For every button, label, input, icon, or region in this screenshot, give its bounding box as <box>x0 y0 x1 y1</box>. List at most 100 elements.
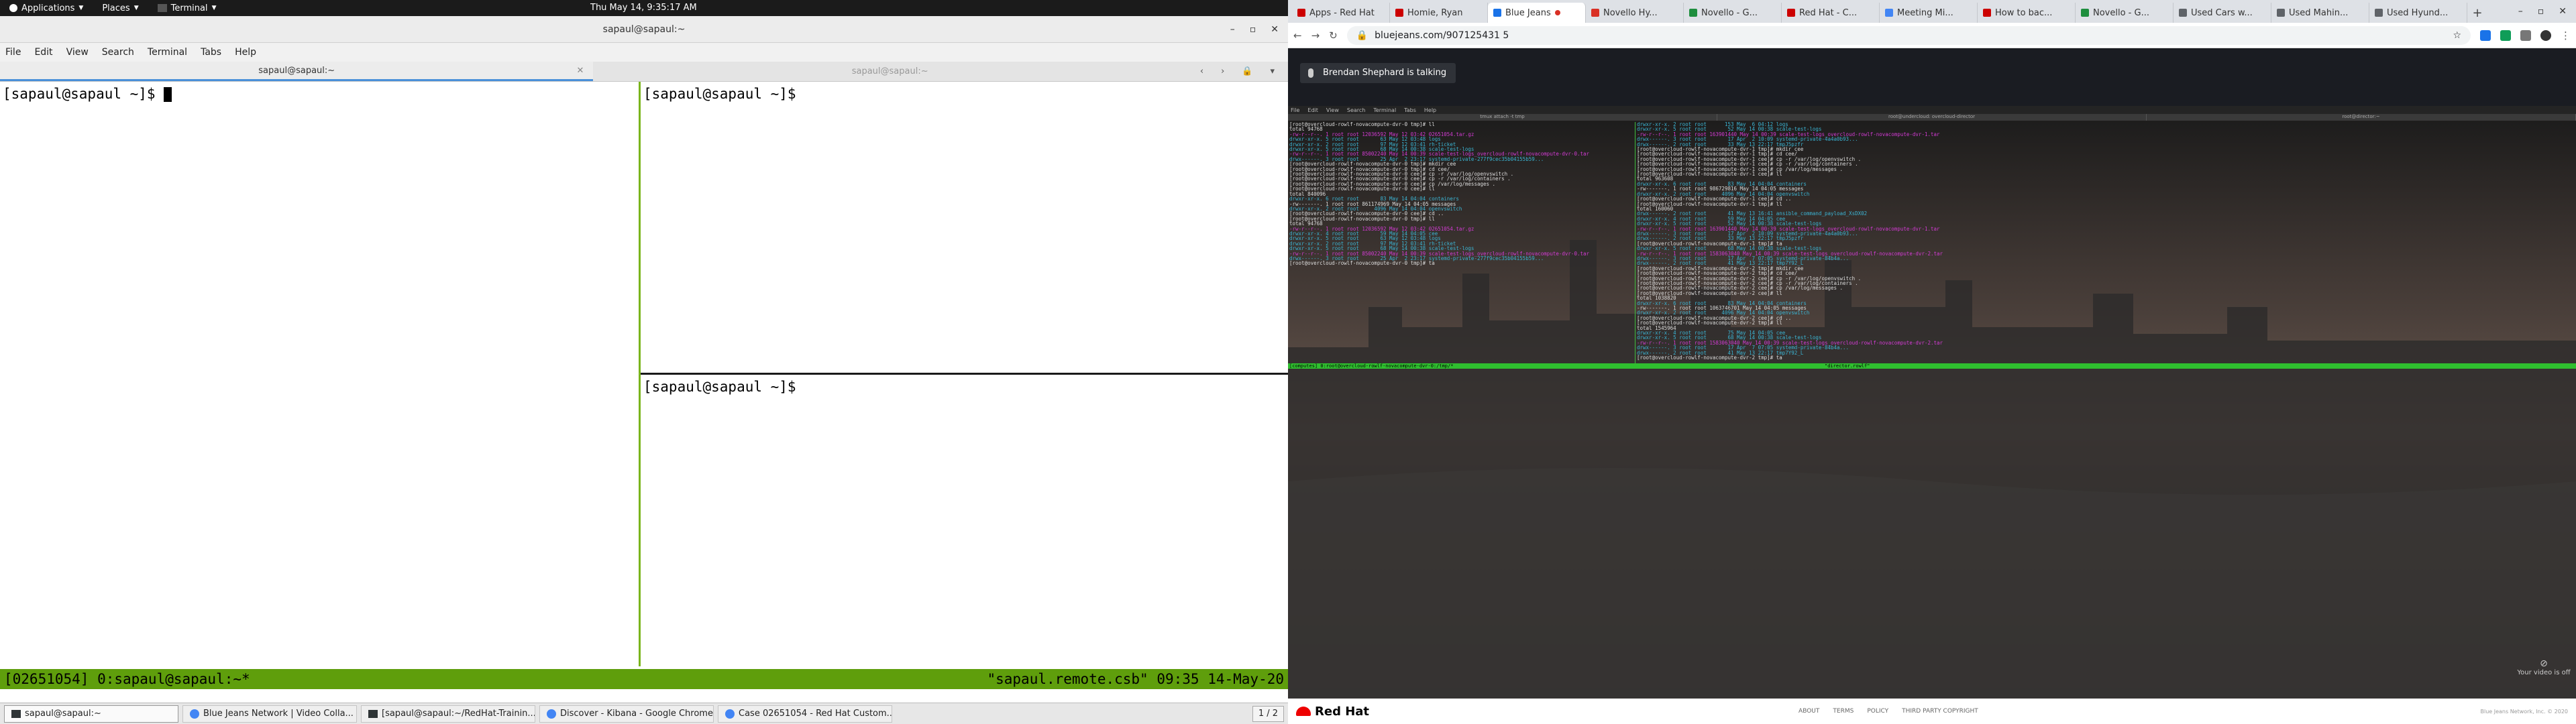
close-icon[interactable]: ✕ <box>2559 6 2567 17</box>
browser-tab[interactable]: Used Mahin... <box>2271 3 2369 23</box>
menu-tabs[interactable]: Tabs <box>201 47 221 58</box>
browser-tabstrip: Apps - Red Hat Homie, Ryan Blue Jeans No… <box>1288 0 2576 23</box>
terminal-window: sapaul@sapaul:~ – ▫ ✕ File Edit View Sea… <box>0 16 1288 703</box>
terminal-body[interactable]: [sapaul@sapaul ~]$ [sapaul@sapaul ~]$ [s… <box>0 82 1288 689</box>
drive-favicon-icon <box>1689 9 1697 17</box>
applications-menu[interactable]: Applications ▼ <box>0 0 93 16</box>
shared-menu-item: Edit <box>1307 107 1318 113</box>
site-favicon-icon <box>2277 9 2285 17</box>
star-icon[interactable]: ☆ <box>2453 30 2461 41</box>
chevron-left-icon[interactable]: ‹ <box>1200 66 1203 76</box>
taskbar-item[interactable]: [sapaul@sapaul:~/RedHat-Trainin... <box>361 705 535 723</box>
browser-tab[interactable]: Red Hat - C... <box>1782 3 1880 23</box>
browser-tab[interactable]: Meeting Mi... <box>1880 3 1978 23</box>
footer-link-about[interactable]: ABOUT <box>1799 708 1819 715</box>
lock-icon[interactable]: 🔒 <box>1242 66 1252 76</box>
browser-tab-label: Used Cars w... <box>2191 7 2253 18</box>
browser-tab[interactable]: How to bac... <box>1978 3 2076 23</box>
shared-terminal-menubar: File Edit View Search Terminal Tabs Help <box>1288 106 2576 114</box>
browser-tab[interactable]: Novello - G... <box>2076 3 2174 23</box>
terminal-tab-1[interactable]: sapaul@sapaul:~ ✕ <box>0 62 594 81</box>
reload-icon[interactable]: ↻ <box>1329 29 1338 42</box>
browser-tab-active[interactable]: Blue Jeans <box>1488 3 1586 23</box>
terminal-line: [root@overcloud-rowlf-novacompute-dvr-0 … <box>1289 215 1435 222</box>
taskbar-item[interactable]: Case 02651054 - Red Hat Custom... <box>718 705 892 723</box>
tmux-pane-bottom-right[interactable]: [sapaul@sapaul ~]$ <box>641 375 1288 666</box>
menu-file[interactable]: File <box>5 47 21 58</box>
extension-icon[interactable] <box>2520 29 2531 41</box>
browser-tab-label: Novello - G... <box>2093 7 2149 18</box>
terminal-icon <box>368 709 378 718</box>
forward-icon[interactable]: → <box>1311 29 1320 42</box>
chevron-down-icon: ▼ <box>211 5 217 11</box>
copyright-text: Blue Jeans Network, Inc. © 2020 <box>2480 708 2568 715</box>
applications-label: Applications <box>21 3 75 13</box>
footer-link-policy[interactable]: POLICY <box>1867 708 1888 715</box>
drive-favicon-icon <box>2081 9 2089 17</box>
video-off-text: Your video is off <box>2517 669 2571 676</box>
taskbar-item-label: Case 02651054 - Red Hat Custom... <box>739 709 892 719</box>
footer-link-copyright[interactable]: THIRD PARTY COPYRIGHT <box>1902 708 1978 715</box>
close-icon[interactable]: ✕ <box>1271 24 1279 35</box>
maximize-icon[interactable]: ▫ <box>2538 6 2544 17</box>
terminal-icon <box>11 709 21 718</box>
bluejeans-footer: Red Hat ABOUT TERMS POLICY THIRD PARTY C… <box>1288 699 2576 724</box>
shared-menu-item: Tabs <box>1404 107 1416 113</box>
minimize-icon[interactable]: – <box>1230 24 1235 35</box>
clock[interactable]: Thu May 14, 9:35:17 AM <box>590 0 697 16</box>
menu-view[interactable]: View <box>66 47 89 58</box>
tmux-pane-top-right[interactable]: [sapaul@sapaul ~]$ <box>641 82 1288 373</box>
chevron-down-icon[interactable]: ▾ <box>1270 66 1275 76</box>
browser-tab-label: Apps - Red Hat <box>1309 7 1375 18</box>
browser-tab[interactable]: Homie, Ryan <box>1390 3 1488 23</box>
mic-icon <box>1308 68 1313 78</box>
avatar[interactable] <box>2540 29 2551 41</box>
new-tab-icon[interactable]: + <box>2467 3 2487 23</box>
places-label: Places <box>102 3 130 13</box>
window-titlebar[interactable]: sapaul@sapaul:~ – ▫ ✕ <box>0 16 1288 43</box>
menu-search[interactable]: Search <box>102 47 134 58</box>
taskbar-item[interactable]: Discover - Kibana - Google Chrome <box>539 705 714 723</box>
taskbar-item[interactable]: Blue Jeans Network | Video Colla... <box>182 705 357 723</box>
places-menu[interactable]: Places ▼ <box>93 0 148 16</box>
back-icon[interactable]: ← <box>1293 29 1302 42</box>
text-cursor <box>164 87 172 102</box>
maximize-icon[interactable]: ▫ <box>1250 24 1256 35</box>
redhat-favicon-icon <box>1395 9 1403 17</box>
menu-help[interactable]: Help <box>235 47 256 58</box>
browser-tab[interactable]: Apps - Red Hat <box>1292 3 1390 23</box>
browser-tab-label: Homie, Ryan <box>1407 7 1463 18</box>
footer-link-terms[interactable]: TERMS <box>1833 708 1854 715</box>
workspace-pager[interactable]: 1 / 2 <box>1252 706 1284 722</box>
tmux-status-right: "sapaul.remote.csb" 09:35 14-May-20 <box>987 671 1284 687</box>
bluejeans-meeting-area: Brendan Shephard is talking File Edit Vi… <box>1288 48 2576 699</box>
chevron-right-icon[interactable]: › <box>1221 66 1224 76</box>
chrome-icon <box>725 709 735 719</box>
terminal-line: [root@overcloud-rowlf-novacompute-dvr-1 … <box>1637 171 1782 178</box>
browser-tab[interactable]: Used Hyund... <box>2369 3 2467 23</box>
taskbar-item[interactable]: sapaul@sapaul:~ <box>4 705 178 723</box>
gmail-favicon-icon <box>1591 9 1599 17</box>
browser-toolbar: ← → ↻ 🔒 bluejeans.com/907125431 5 ☆ ⋮ <box>1288 23 2576 48</box>
shared-pane-right: drwxr-xr-x. 2 root root 153 May 6 04:12 … <box>1637 122 2576 363</box>
kebab-menu-icon[interactable]: ⋮ <box>2561 29 2571 42</box>
menu-edit[interactable]: Edit <box>34 47 52 58</box>
minimize-icon[interactable]: – <box>2518 6 2523 17</box>
redhat-logo: Red Hat <box>1288 705 1369 719</box>
tmux-pane-left[interactable]: [sapaul@sapaul ~]$ <box>0 82 639 666</box>
menu-terminal[interactable]: Terminal <box>148 47 187 58</box>
extension-icon[interactable] <box>2480 29 2491 41</box>
browser-tab[interactable]: Used Cars w... <box>2174 3 2271 23</box>
browser-tab-label: Red Hat - C... <box>1799 7 1858 18</box>
browser-tab[interactable]: Novello Hy... <box>1586 3 1684 23</box>
address-bar[interactable]: 🔒 bluejeans.com/907125431 5 ☆ <box>1346 25 2471 45</box>
shared-screen: File Edit View Search Terminal Tabs Help… <box>1288 106 2576 699</box>
close-tab-icon[interactable]: ✕ <box>577 66 584 76</box>
browser-tab[interactable]: Novello - G... <box>1684 3 1782 23</box>
shared-menu-item: View <box>1326 107 1339 113</box>
tmux-status-bar: [02651054] 0:sapaul@sapaul:~* "sapaul.re… <box>0 669 1288 689</box>
extension-icon[interactable] <box>2500 29 2511 41</box>
browser-tab-label: Used Mahin... <box>2289 7 2349 18</box>
terminal-app-menu[interactable]: Terminal ▼ <box>148 0 226 16</box>
terminal-tab-2[interactable]: sapaul@sapaul:~ <box>593 62 1186 81</box>
